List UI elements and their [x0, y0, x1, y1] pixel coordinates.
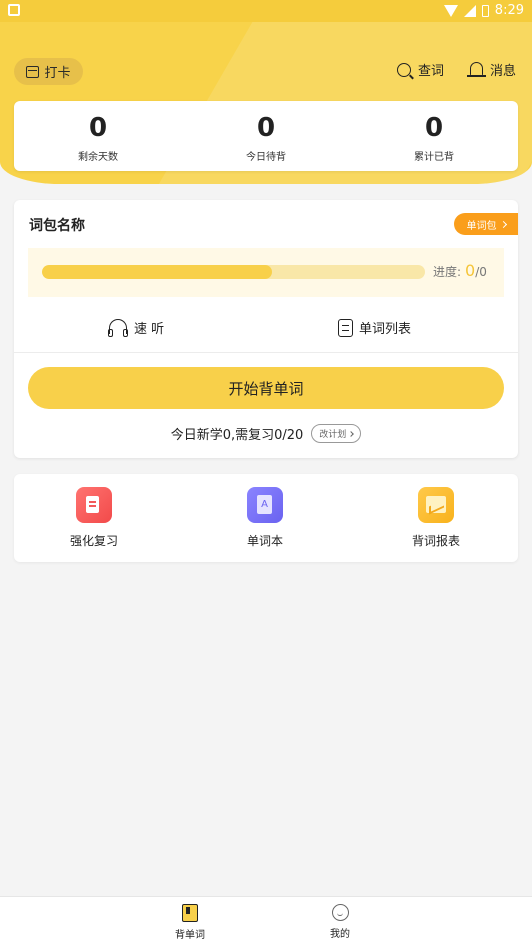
progress-label: 进度:	[433, 265, 462, 279]
tool-intensive-review[interactable]: 强化复习	[34, 487, 154, 549]
search-icon	[397, 62, 411, 77]
report-icon	[418, 487, 454, 523]
calendar-icon	[26, 65, 40, 78]
tool-label: 强化复习	[69, 534, 118, 548]
chevron-right-icon	[499, 220, 507, 228]
wordbook-icon	[247, 487, 283, 523]
wifi-icon	[443, 4, 458, 17]
progress-total: /0	[475, 265, 487, 279]
list-icon	[338, 318, 353, 337]
review-icon	[76, 487, 112, 523]
stat-value: 0	[256, 113, 276, 143]
today-summary-row: 今日新学0,需复习0/20 改计划	[14, 424, 518, 443]
headphone-icon	[108, 318, 128, 337]
chevron-right-icon	[348, 430, 355, 437]
word-package-label: 单词包	[466, 220, 497, 232]
lookup-button[interactable]: 查词	[397, 60, 444, 79]
stats-card: 0 剩余天数 0 今日待背 0 累计已背	[14, 101, 518, 171]
status-time: 8:29	[494, 3, 524, 18]
tool-label: 单词本	[246, 534, 283, 548]
tool-label: 背词报表	[411, 534, 460, 548]
bottom-tab-bar: 背单词 我的	[0, 896, 532, 946]
word-package-button[interactable]: 单词包	[454, 213, 518, 235]
progress-current: 0	[465, 261, 476, 280]
stat-value: 0	[88, 113, 108, 143]
tab-label: 背单词	[175, 930, 205, 941]
study-actions: 速 听 单词列表	[14, 308, 518, 350]
tab-label: 我的	[330, 929, 350, 940]
battery-icon	[481, 4, 489, 17]
book-icon	[182, 904, 198, 922]
progress-text: 进度: 0 /0	[433, 261, 487, 280]
stat-label: 累计已背	[414, 152, 454, 163]
word-list-button[interactable]: 单词列表	[338, 318, 411, 337]
signal-icon	[463, 4, 476, 17]
divider	[14, 352, 518, 353]
stat-remaining-days: 0 剩余天数	[14, 101, 182, 171]
word-list-label: 单词列表	[359, 322, 412, 337]
stat-total-learned: 0 累计已背	[350, 101, 518, 171]
word-package-card: 词包名称 单词包 进度: 0 /0 速 听 单词列表 开始背单词 今日新学0,需…	[14, 200, 518, 458]
progress-fill	[42, 265, 272, 279]
messages-button[interactable]: 消息	[467, 60, 517, 79]
today-summary: 今日新学0,需复习0/20	[170, 428, 304, 443]
change-plan-label: 改计划	[319, 430, 347, 440]
package-title: 词包名称	[29, 218, 85, 234]
tool-wordbook[interactable]: 单词本	[205, 487, 325, 549]
notification-icon	[8, 4, 20, 16]
quick-listen-button[interactable]: 速 听	[108, 318, 164, 337]
progress-section: 进度: 0 /0	[28, 248, 504, 297]
face-icon	[331, 904, 349, 921]
tools-card: 强化复习 单词本 背词报表	[14, 474, 518, 562]
status-bar: 8:29	[0, 0, 532, 22]
stat-label: 今日待背	[246, 152, 286, 163]
stat-label: 剩余天数	[78, 152, 118, 163]
tool-report[interactable]: 背词报表	[376, 487, 496, 549]
progress-bar	[42, 265, 425, 279]
tab-mine[interactable]: 我的	[300, 904, 380, 940]
checkin-button[interactable]: 打卡	[14, 58, 83, 85]
bell-icon	[467, 62, 486, 77]
quick-listen-label: 速 听	[134, 322, 165, 337]
lookup-label: 查词	[418, 64, 445, 79]
messages-label: 消息	[490, 64, 517, 79]
stat-value: 0	[424, 113, 444, 143]
tab-memorize[interactable]: 背单词	[150, 904, 230, 941]
stat-today-pending: 0 今日待背	[182, 101, 350, 171]
checkin-label: 打卡	[44, 66, 71, 81]
change-plan-button[interactable]: 改计划	[311, 424, 362, 443]
start-memorizing-button[interactable]: 开始背单词	[28, 367, 504, 409]
